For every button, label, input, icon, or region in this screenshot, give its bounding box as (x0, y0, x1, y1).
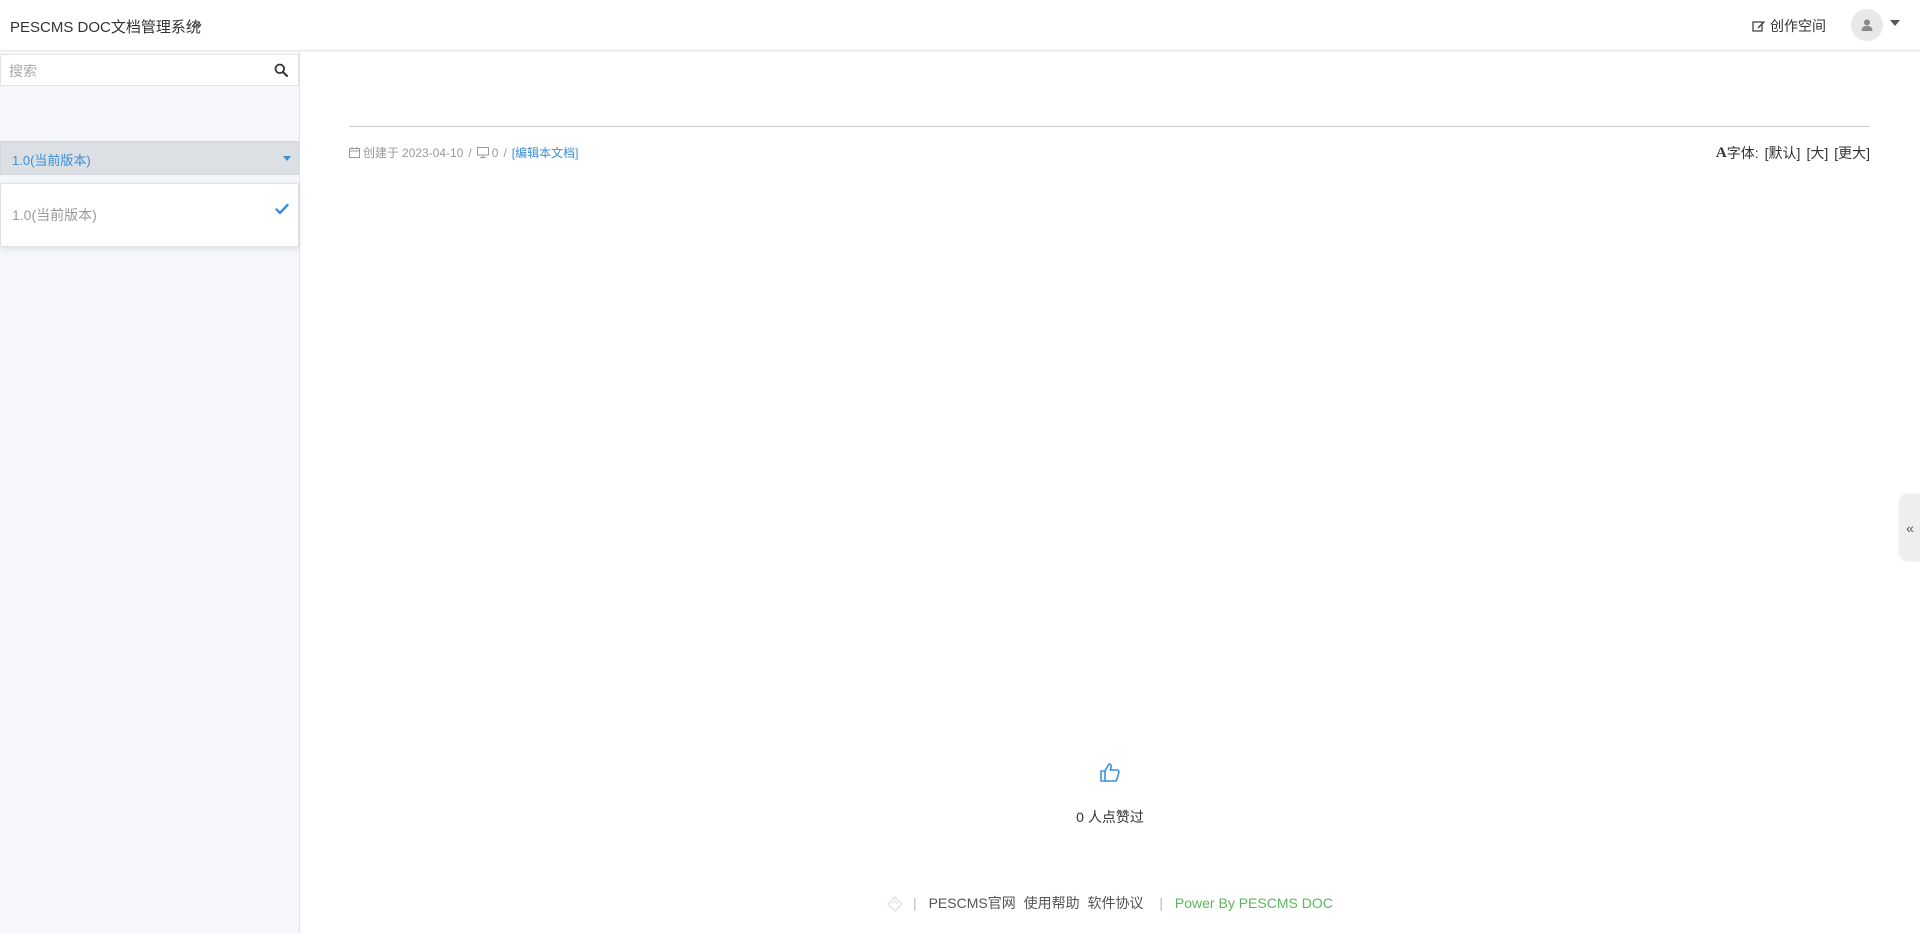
edit-document-link[interactable]: [编辑本文档] (512, 144, 579, 161)
avatar[interactable] (1851, 9, 1883, 41)
version-option-label: 1.0(当前版本) (12, 207, 97, 223)
angle-double-left-icon: « (1906, 519, 1914, 536)
version-option[interactable]: 1.0(当前版本) (1, 184, 298, 246)
version-selected-label: 1.0(当前版本) (12, 153, 91, 168)
font-icon: A (1715, 144, 1727, 161)
desktop-icon (476, 147, 489, 158)
power-by-text[interactable]: Power By PESCMS DOC (1175, 895, 1333, 911)
search-icon[interactable] (274, 63, 288, 77)
font-label: 字体: (1726, 145, 1759, 161)
view-count: 0 (491, 145, 499, 160)
footer-link-license[interactable]: 软件协议 (1087, 895, 1143, 911)
calendar-icon (349, 147, 360, 158)
edit-icon (1752, 21, 1765, 32)
search-box (0, 54, 299, 87)
footer: | PESCMS官网 使用帮助 软件协议 | Power By PESCMS D… (300, 893, 1920, 913)
footer-link-help[interactable]: 使用帮助 (1024, 895, 1080, 911)
created-date: 2023-04-10 (402, 145, 464, 160)
create-space-link[interactable]: 创作空间 (1752, 16, 1826, 36)
footer-link-official[interactable]: PESCMS官网 (929, 895, 1016, 911)
title-divider (349, 126, 1870, 127)
thumbs-up-icon[interactable] (1099, 761, 1121, 783)
caret-down-icon (283, 156, 291, 161)
brand-title[interactable]: PESCMS DOC文档管理系统 (10, 16, 201, 37)
version-dropdown: 1.0(当前版本) (0, 183, 299, 247)
created-prefix: 创建于 (363, 146, 400, 160)
doc-meta: 创建于 2023-04-10 / 0 / [编辑本文档] (349, 144, 578, 161)
footer-separator: | (1159, 895, 1164, 911)
font-default-option[interactable]: [默认] (1765, 143, 1801, 163)
create-space-label: 创作空间 (1770, 18, 1826, 34)
meta-separator: / (503, 145, 507, 160)
pescms-logo-icon (887, 896, 904, 913)
sidebar: 1.0(当前版本) 1.0(当前版本) (0, 51, 300, 933)
font-larger-option[interactable]: [更大] (1834, 143, 1870, 163)
footer-separator: | (913, 895, 917, 911)
main-content: 创建于 2023-04-10 / 0 / [编辑本文档] A 字体: [默认] … (300, 51, 1920, 933)
panel-toggle[interactable]: « (1900, 494, 1920, 561)
font-large-option[interactable]: [大] (1806, 143, 1828, 163)
angle-double-right-icon[interactable]: » (193, 16, 202, 34)
user-icon (1861, 19, 1873, 31)
font-size-control: A 字体: [默认] [大] [更大] (1716, 143, 1870, 163)
meta-separator: / (468, 145, 472, 160)
check-icon (275, 203, 289, 215)
caret-down-icon[interactable] (1890, 20, 1900, 26)
search-input[interactable] (7, 55, 261, 87)
version-select[interactable]: 1.0(当前版本) (0, 141, 299, 175)
top-header: PESCMS DOC文档管理系统 » 创作空间 (0, 0, 1920, 51)
like-count: 0 人点赞过 (1076, 809, 1144, 825)
